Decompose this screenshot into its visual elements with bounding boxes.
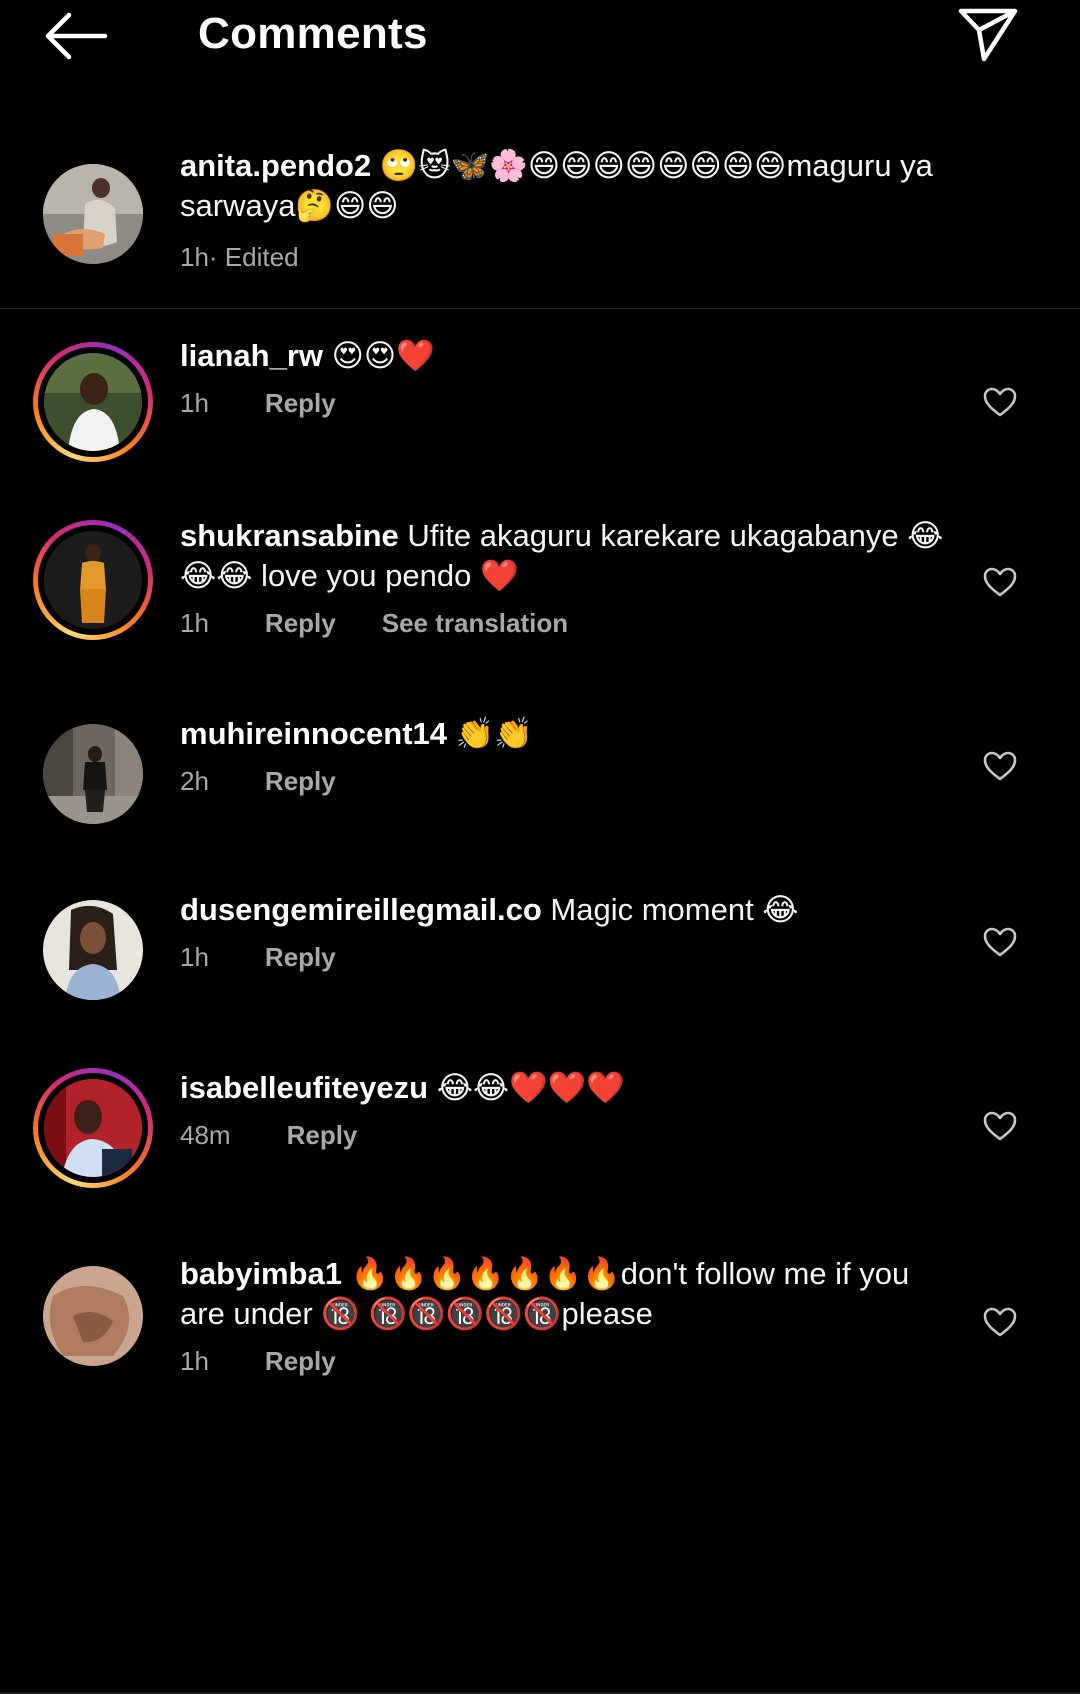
avatar[interactable] [44,353,142,451]
comment-meta: 48m Reply [180,1118,950,1152]
comment-body: isabelleufiteyezu 😂😂❤️❤️❤️ 48m Reply [180,1068,950,1152]
comment-item: isabelleufiteyezu 😂😂❤️❤️❤️ 48m Reply [0,1068,1080,1208]
avatar[interactable] [43,900,143,1000]
heart-icon [983,1111,1017,1141]
avatar-wrap[interactable] [33,714,153,834]
avatar[interactable] [43,164,143,264]
caption-avatar-wrap[interactable] [33,154,153,274]
page-title: Comments [198,9,428,58]
comment-meta: 2h Reply [180,764,950,798]
comment-item: lianah_rw 😍😍❤️ 1h Reply [0,336,1080,476]
like-button[interactable] [980,922,1020,962]
comment-time: 2h [180,766,209,796]
comment-username[interactable]: dusengemireillegmail.co [180,892,542,927]
comment-username[interactable]: lianah_rw [180,338,323,373]
story-ring [33,342,153,462]
comment-username[interactable]: shukransabine [180,518,399,553]
comment-time: 48m [180,1120,231,1150]
comment-meta: 1h Reply [180,1344,950,1378]
arrow-left-icon [45,12,108,60]
avatar-photo [43,724,143,824]
avatar-wrap[interactable] [33,1068,153,1188]
caption-meta: 1h · Edited [180,240,950,274]
comment-text: lianah_rw 😍😍❤️ [180,336,950,376]
avatar[interactable] [44,1079,142,1177]
story-ring [33,520,153,640]
comment-text: dusengemireillegmail.co Magic moment 😂 [180,890,950,930]
reply-button[interactable]: Reply [265,940,336,974]
avatar[interactable] [44,531,142,629]
story-ring [33,1068,153,1188]
comment-username[interactable]: isabelleufiteyezu [180,1070,428,1105]
avatar[interactable] [43,724,143,824]
comment-message: 😍😍❤️ [323,338,435,373]
comment-body: muhireinnocent14 👏👏 2h Reply [180,714,950,798]
comment-text: muhireinnocent14 👏👏 [180,714,950,754]
comment-username[interactable]: muhireinnocent14 [180,716,447,751]
comment-text: shukransabine Ufite akaguru karekare uka… [180,516,950,596]
heart-icon [983,387,1017,417]
like-button[interactable] [980,562,1020,602]
back-button[interactable] [40,8,112,64]
comment-time: 1h [180,388,209,418]
comment-item: muhireinnocent14 👏👏 2h Reply [0,714,1080,834]
comment-item: dusengemireillegmail.co Magic moment 😂 1… [0,890,1080,1010]
heart-icon [983,927,1017,957]
like-button[interactable] [980,1302,1020,1342]
see-translation-button[interactable]: See translation [382,606,568,640]
avatar-photo [43,900,143,1000]
reply-button[interactable]: Reply [265,606,336,640]
caption-username[interactable]: anita.pendo2 [180,148,371,183]
paper-plane-icon [958,8,1018,62]
heart-icon [983,567,1017,597]
like-button[interactable] [980,1106,1020,1146]
avatar-wrap[interactable] [33,520,153,640]
comment-text: isabelleufiteyezu 😂😂❤️❤️❤️ [180,1068,950,1108]
like-button[interactable] [980,382,1020,422]
comment-item: babyimba1 🔥🔥🔥🔥🔥🔥🔥don't follow me if you … [0,1254,1080,1404]
comment-message: Magic moment 😂 [541,892,799,927]
comment-meta: 1h Reply See translation [180,606,950,640]
heart-icon [983,1307,1017,1337]
caption-time: 1h [180,242,209,272]
comment-meta: 1h Reply [180,386,950,420]
avatar-photo [44,531,142,629]
avatar-photo [43,164,143,264]
reply-button[interactable]: Reply [287,1118,358,1152]
caption-text: anita.pendo2 🙄😻🦋🌸😄😄😄😄😄😄😄😄maguru ya sarwa… [180,146,950,226]
comment-text: babyimba1 🔥🔥🔥🔥🔥🔥🔥don't follow me if you … [180,1254,950,1334]
comment-meta: 1h Reply [180,940,950,974]
reply-button[interactable]: Reply [265,1344,336,1378]
avatar-photo [44,1079,142,1177]
avatar-photo [43,1266,143,1366]
share-button[interactable] [952,0,1024,68]
avatar[interactable] [43,1266,143,1366]
avatar-photo [44,353,142,451]
caption-edited: · Edited [208,242,299,272]
comment-body: lianah_rw 😍😍❤️ 1h Reply [180,336,950,420]
avatar-wrap[interactable] [33,890,153,1010]
avatar-wrap[interactable] [33,1256,153,1376]
heart-icon [983,751,1017,781]
comment-message: 👏👏 [447,716,533,751]
comment-time: 1h [180,608,209,638]
caption-body: anita.pendo2 🙄😻🦋🌸😄😄😄😄😄😄😄😄maguru ya sarwa… [180,146,950,274]
reply-button[interactable]: Reply [265,386,336,420]
comment-body: dusengemireillegmail.co Magic moment 😂 1… [180,890,950,974]
comment-time: 1h [180,942,209,972]
comment-body: shukransabine Ufite akaguru karekare uka… [180,516,950,640]
comment-message: 😂😂❤️❤️❤️ [428,1070,625,1105]
reply-button[interactable]: Reply [265,764,336,798]
comment-item: shukransabine Ufite akaguru karekare uka… [0,516,1080,666]
comment-body: babyimba1 🔥🔥🔥🔥🔥🔥🔥don't follow me if you … [180,1254,950,1378]
comment-username[interactable]: babyimba1 [180,1256,342,1291]
like-button[interactable] [980,746,1020,786]
comment-time: 1h [180,1346,209,1376]
avatar-wrap[interactable] [33,342,153,462]
header-bar: Comments [0,0,1080,80]
post-caption: anita.pendo2 🙄😻🦋🌸😄😄😄😄😄😄😄😄maguru ya sarwa… [0,130,1080,309]
